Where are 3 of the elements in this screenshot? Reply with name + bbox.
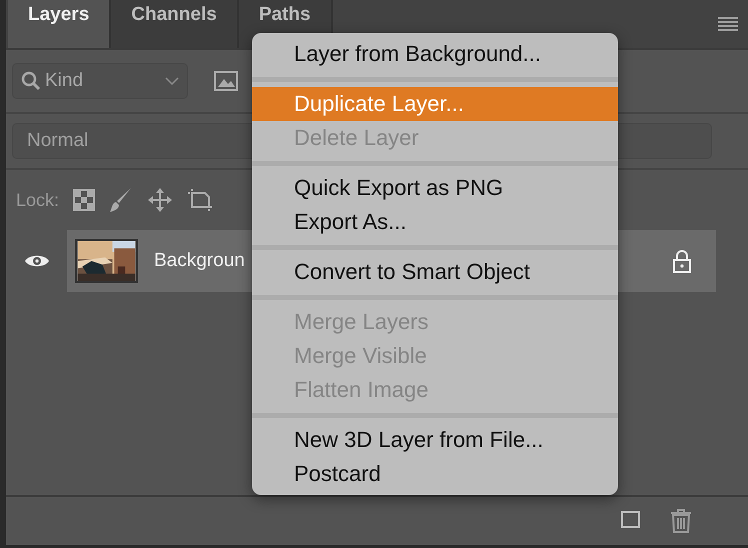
layer-name: Backgroun — [154, 248, 245, 273]
filter-value: Kind — [45, 68, 84, 93]
lock-label: Lock: — [16, 188, 60, 212]
